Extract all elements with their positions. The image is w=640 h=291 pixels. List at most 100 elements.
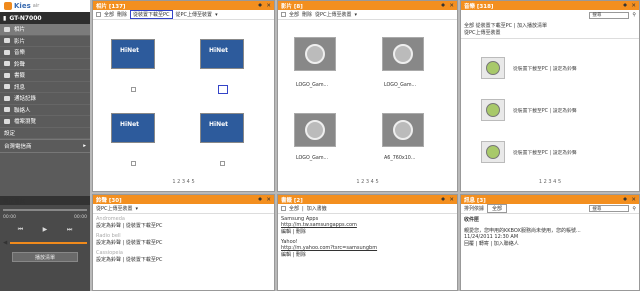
store-link[interactable]: 台灣電信商 ▸ — [0, 139, 90, 153]
forward-link[interactable]: 轉寄 — [479, 241, 489, 247]
sidebar-item-photos[interactable]: 相片 — [0, 24, 90, 36]
sidebar-item-music[interactable]: 音樂 — [0, 47, 90, 59]
next-icon[interactable]: ⏭ — [67, 226, 72, 234]
pager[interactable]: 1 2 3 4 5 — [278, 179, 457, 185]
bookmark-url[interactable]: http://m.tw.samsungapps.com — [281, 222, 357, 228]
sidebar-item-files[interactable]: 檔案瀏覽 — [0, 116, 90, 128]
settings-icon[interactable]: ✹ — [441, 197, 446, 203]
download-link[interactable]: 從裝置下載至PC — [126, 240, 163, 246]
settings-icon[interactable]: ✹ — [441, 3, 446, 9]
audio-thumb[interactable] — [481, 99, 505, 121]
sidebar-item-messages[interactable]: 訊息 — [0, 82, 90, 93]
photo-checkbox[interactable] — [131, 87, 136, 92]
sidebar-item-videos[interactable]: 影片 — [0, 36, 90, 47]
sidebar-item-calllog[interactable]: 通話記錄 — [0, 93, 90, 105]
device-name[interactable]: ▮ GT-N7000 — [0, 12, 90, 24]
list-item[interactable]: Samsung Apps http://m.tw.samsungapps.com 編… — [278, 214, 457, 237]
close-icon[interactable]: ✕ — [631, 197, 636, 203]
sidebar-item-settings[interactable]: 設定 — [0, 128, 90, 139]
audio-thumb[interactable] — [481, 57, 505, 79]
download-link[interactable]: 從裝置下載至PC — [126, 257, 163, 263]
video-thumb[interactable] — [294, 113, 336, 147]
bookmark-url[interactable]: http://m.yahoo.com?tsrc=samsungbm — [281, 245, 377, 251]
set-ringtone-link[interactable]: 設定為鈴聲 — [96, 223, 121, 229]
add-contact-link[interactable]: 加入聯絡人 — [494, 241, 519, 247]
close-icon[interactable]: ✕ — [449, 3, 454, 9]
pager[interactable]: 1 2 3 4 5 — [461, 179, 639, 185]
video-thumb[interactable] — [382, 37, 424, 71]
download-link[interactable]: 從裝置下載至PC — [126, 223, 163, 229]
upload-to-device-button[interactable]: 從PC上傳至裝置 — [176, 11, 213, 18]
photo-thumb[interactable]: HiNet — [200, 39, 244, 69]
message-item[interactable]: 親愛您，您申用的KKBOX服務尚未使用，您的帳號... 11/24/2011 12… — [461, 225, 639, 249]
playlist-button[interactable]: 播放清單 — [12, 252, 78, 262]
previous-icon[interactable]: ⏮ — [18, 226, 23, 234]
close-icon[interactable]: ✕ — [631, 3, 636, 9]
item-ringtone-link[interactable]: 設定為鈴聲 — [553, 67, 577, 72]
reply-link[interactable]: 回覆 — [464, 241, 474, 247]
progress-bar[interactable] — [3, 209, 87, 211]
edit-link[interactable]: 編輯 — [281, 252, 291, 258]
chevron-right-icon: ▸ — [83, 143, 86, 149]
download-to-pc-button[interactable]: 從裝置下載至PC — [476, 23, 513, 29]
pager[interactable]: 1 2 3 4 5 — [93, 179, 274, 185]
settings-icon[interactable]: ✹ — [258, 3, 263, 9]
photo-thumb[interactable]: HiNet — [111, 113, 155, 143]
select-all-checkbox[interactable] — [281, 206, 286, 211]
list-item[interactable]: Yahoo! http://m.yahoo.com?tsrc=samsungbm 編… — [278, 237, 457, 260]
settings-icon[interactable]: ✹ — [623, 3, 628, 9]
photo-thumb[interactable]: HiNet — [111, 39, 155, 69]
sidebar-item-ringtones[interactable]: 鈴聲 — [0, 59, 90, 70]
photo-thumb[interactable]: HiNet — [200, 113, 244, 143]
close-icon[interactable]: ✕ — [266, 3, 271, 9]
item-ringtone-link[interactable]: 設定為鈴聲 — [553, 151, 577, 156]
photo-checkbox-selected[interactable] — [218, 85, 228, 94]
video-thumb[interactable] — [382, 113, 424, 147]
close-icon[interactable]: ✕ — [266, 197, 271, 203]
delete-link[interactable]: 刪除 — [296, 229, 306, 235]
close-icon[interactable]: ✕ — [449, 197, 454, 203]
inbox-label[interactable]: 收件匣 — [461, 214, 639, 225]
delete-link[interactable]: 刪除 — [296, 252, 306, 258]
item-ringtone-link[interactable]: 設定為鈴聲 — [553, 109, 577, 114]
set-ringtone-link[interactable]: 設定為鈴聲 — [96, 257, 121, 263]
sidebar-item-bookmarks[interactable]: 書籤 — [0, 70, 90, 82]
search-icon[interactable]: ⚲ — [632, 206, 636, 212]
chevron-down-icon[interactable]: ▾ — [136, 206, 139, 212]
photo-checkbox[interactable] — [131, 161, 136, 166]
upload-to-device-button[interactable]: 從PC上傳至裝置 — [464, 30, 501, 36]
photo-checkbox[interactable] — [220, 161, 225, 166]
volume-slider[interactable] — [10, 242, 87, 244]
select-all-checkbox[interactable] — [281, 12, 286, 17]
list-item[interactable]: Andromeda 設定為鈴聲 | 從裝置下載至PC — [93, 214, 274, 231]
audio-thumb[interactable] — [481, 141, 505, 163]
set-ringtone-link[interactable]: 設定為鈴聲 — [96, 240, 121, 246]
chevron-down-icon[interactable]: ▾ — [355, 12, 358, 18]
delete-button[interactable]: 刪除 — [302, 11, 312, 18]
video-thumb[interactable] — [294, 37, 336, 71]
search-icon[interactable]: ⚲ — [632, 12, 636, 18]
settings-icon[interactable]: ✹ — [623, 197, 628, 203]
sidebar-item-contacts[interactable]: 聯絡人 — [0, 105, 90, 116]
chevron-down-icon[interactable]: ▾ — [215, 12, 218, 18]
list-item[interactable]: Radio bell 設定為鈴聲 | 從裝置下載至PC — [93, 231, 274, 248]
item-download-link[interactable]: 從裝置下載至PC — [513, 151, 548, 156]
sort-select[interactable]: 全部 — [487, 204, 508, 213]
edit-link[interactable]: 編輯 — [281, 229, 291, 235]
download-to-pc-button[interactable]: 從裝置下載至PC — [130, 10, 173, 19]
delete-button[interactable]: 刪除 — [117, 11, 127, 18]
settings-icon[interactable]: ✹ — [258, 197, 263, 203]
upload-to-device-button[interactable]: 從PC上傳至裝置 — [315, 11, 352, 18]
volume-icon[interactable]: ◀ — [3, 240, 7, 246]
add-bookmark-button[interactable]: 加入書籤 — [307, 205, 327, 212]
add-playlist-button[interactable]: 加入播放清單 — [517, 23, 547, 29]
play-icon[interactable]: ▶ — [43, 226, 48, 234]
item-download-link[interactable]: 從裝置下載至PC — [513, 67, 548, 72]
list-item[interactable]: Cassiopeia 設定為鈴聲 | 從裝置下載至PC — [93, 248, 274, 265]
item-download-link[interactable]: 從裝置下載至PC — [513, 109, 548, 114]
search-input[interactable]: 搜尋 — [589, 11, 630, 19]
upload-to-device-button[interactable]: 從PC上傳至裝置 — [96, 205, 133, 212]
select-all-checkbox[interactable] — [96, 12, 101, 17]
cd-icon — [486, 145, 500, 159]
search-input[interactable]: 搜尋 — [589, 205, 630, 212]
